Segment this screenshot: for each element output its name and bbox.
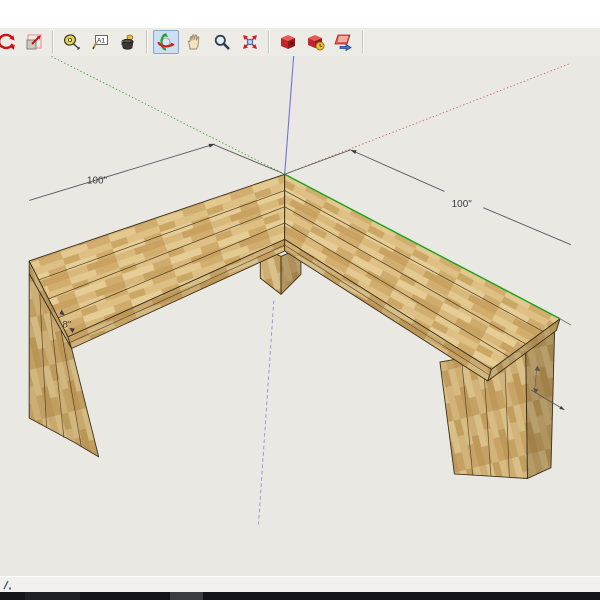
get-models-icon [281, 35, 295, 49]
dimension-label-left[interactable]: 100" [87, 175, 108, 186]
toolbar-separator [362, 31, 364, 53]
statusbar [0, 576, 600, 593]
tape-measure-button[interactable] [59, 30, 85, 54]
paint-bucket-icon [121, 34, 134, 50]
red-axis-dotted [284, 62, 571, 175]
orbit-icon [157, 33, 175, 51]
rotate-icon [0, 33, 15, 50]
zoom-button[interactable] [209, 30, 235, 54]
orbit-button[interactable] [153, 30, 179, 54]
zoom-icon [214, 34, 230, 50]
bench-model[interactable] [28, 173, 572, 479]
dimension-text-icon: A1 [92, 35, 108, 50]
dimension-text-button[interactable]: A1 [87, 30, 113, 54]
svg-text:A1: A1 [97, 38, 105, 45]
green-axis-dotted [49, 56, 285, 175]
zoom-extents-icon [243, 35, 257, 49]
toolbar-separator [268, 31, 270, 53]
share-model-icon [308, 35, 325, 51]
viewport-canvas[interactable]: 100" 100" 8" [0, 56, 600, 576]
blue-axis [284, 56, 295, 175]
taskbar [0, 592, 600, 600]
scale-icon [26, 34, 42, 50]
scale-button[interactable] [21, 30, 47, 54]
blue-axis-dotted [258, 300, 275, 525]
statusbar-icon [3, 580, 11, 590]
paint-bucket-button[interactable] [115, 30, 141, 54]
tape-measure-icon [63, 34, 81, 50]
window-top-strip [0, 0, 600, 28]
dimension-label-right[interactable]: 100" [452, 199, 473, 210]
zoom-extents-button[interactable] [237, 30, 263, 54]
taskbar-segment[interactable] [25, 592, 80, 600]
drawing-viewport[interactable]: 100" 100" 8" [0, 56, 600, 576]
pan-icon [187, 34, 200, 50]
toolbar: A1 [0, 28, 600, 57]
export-model-button[interactable] [331, 30, 357, 54]
toolbar-separator [52, 31, 54, 53]
get-models-button[interactable] [275, 30, 301, 54]
dimension-label-board[interactable]: 8" [63, 320, 72, 331]
toolbar-separator [146, 31, 148, 53]
bench-top-left-arm[interactable] [28, 173, 286, 338]
taskbar-active-button[interactable] [170, 592, 203, 600]
export-model-icon [334, 34, 352, 52]
share-model-button[interactable] [303, 30, 329, 54]
rotate-button[interactable] [0, 30, 19, 54]
pan-button[interactable] [181, 30, 207, 54]
